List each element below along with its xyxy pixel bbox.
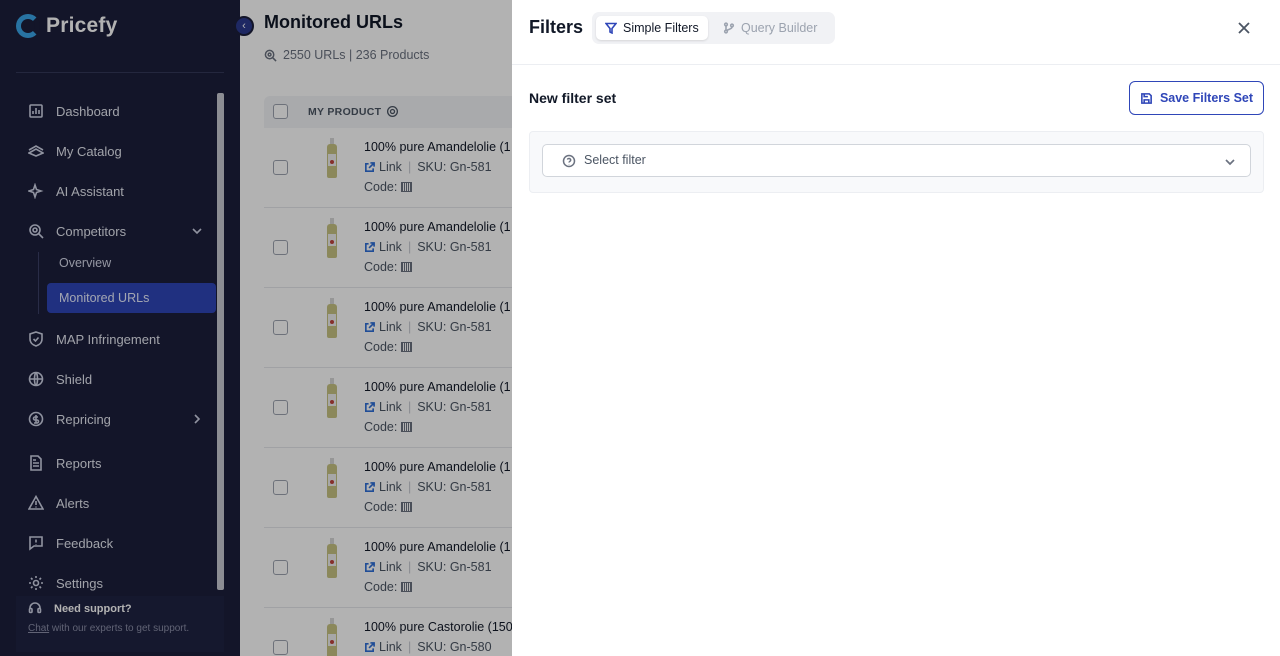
select-filter-placeholder: Select filter [584,153,646,167]
select-filter-dropdown[interactable]: Select filter [542,144,1251,177]
funnel-icon [605,22,617,34]
tab-label: Simple Filters [623,21,699,35]
modal-backdrop[interactable] [0,0,512,656]
filter-rule-container: Select filter [529,131,1264,193]
help-circle-icon [562,154,576,168]
filters-panel-header: Filters Simple Filters Query Builder [512,0,1280,65]
filter-set-title: New filter set [529,90,617,106]
tab-label: Query Builder [741,21,818,35]
close-button[interactable] [1234,18,1254,38]
save-icon [1141,92,1152,104]
save-button-label: Save Filters Set [1159,91,1254,105]
filters-title: Filters [529,17,584,37]
tab-simple-filters[interactable]: Simple Filters [596,16,708,40]
filter-mode-toggle: Simple Filters Query Builder [592,12,835,44]
filters-panel: Filters Simple Filters Query Builder New… [512,0,1280,656]
branch-icon [723,22,735,34]
chevron-down-icon [1224,155,1236,167]
save-filters-set-button[interactable]: Save Filters Set [1129,81,1264,115]
close-icon [1238,22,1250,34]
tab-query-builder[interactable]: Query Builder [714,16,826,40]
